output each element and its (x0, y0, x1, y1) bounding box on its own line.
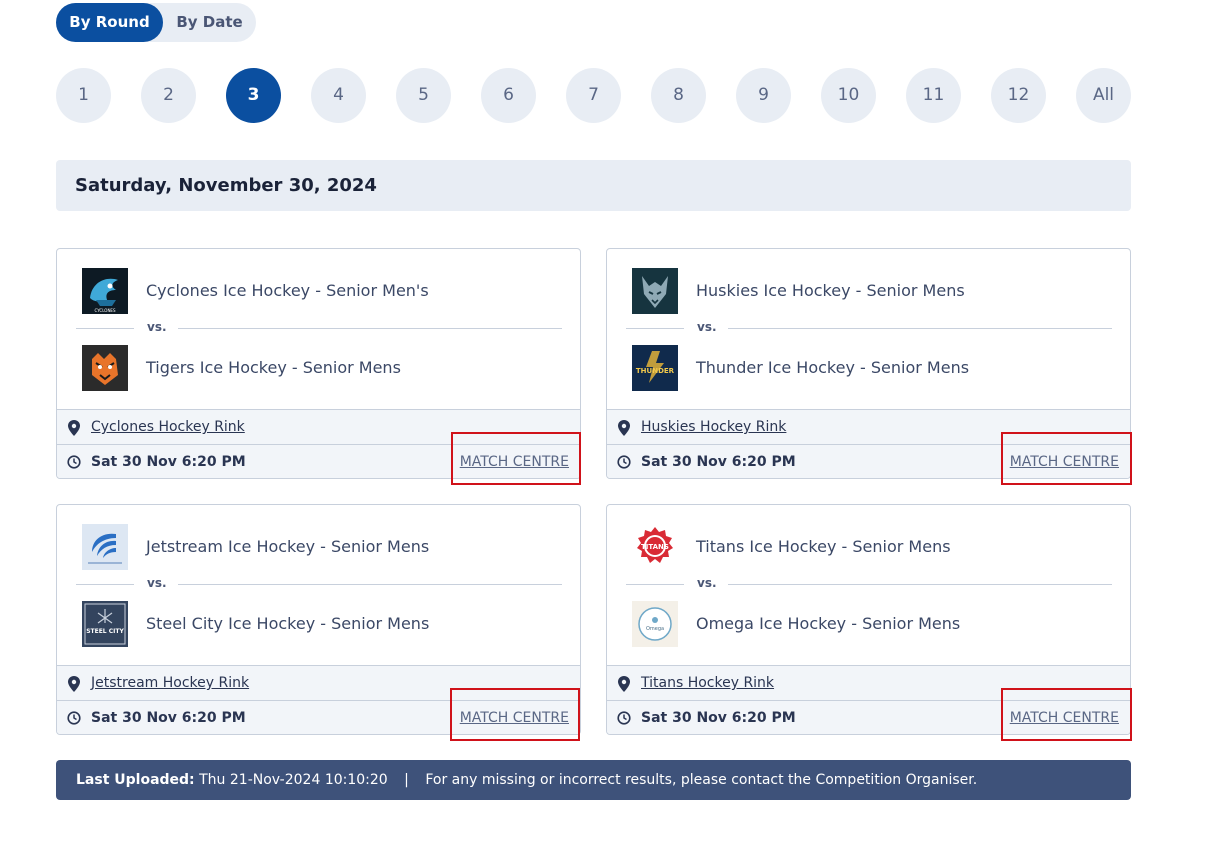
divider (626, 584, 684, 585)
match-time: Sat 30 Nov 6:20 PM (91, 454, 246, 470)
divider (76, 584, 134, 585)
omega-logo-text: Omega (646, 626, 664, 632)
map-pin-icon (618, 420, 630, 436)
round-button-1[interactable]: 1 (56, 68, 111, 123)
venue-link[interactable]: Titans Hockey Rink (641, 666, 774, 700)
date-banner: Saturday, November 30, 2024 (56, 160, 1131, 211)
match-time: Sat 30 Nov 6:20 PM (91, 710, 246, 726)
vs-label: vs. (147, 320, 167, 334)
home-team-name[interactable]: Titans Ice Hockey - Senior Mens (696, 524, 951, 570)
round-button-7[interactable]: 7 (566, 68, 621, 123)
jetstream-logo (82, 524, 128, 570)
divider (178, 584, 562, 585)
away-team: Tigers Ice Hockey - Senior Mens (82, 345, 562, 391)
home-team: Huskies Ice Hockey - Senior Mens (632, 268, 1112, 314)
home-team: TITANS Titans Ice Hockey - Senior Mens (632, 524, 1112, 570)
round-button-all[interactable]: All (1076, 68, 1131, 123)
match-time: Sat 30 Nov 6:20 PM (641, 454, 796, 470)
round-button-3[interactable]: 3 (226, 68, 281, 123)
by-date-button[interactable]: By Date (163, 3, 256, 42)
upload-info-bar: Last Uploaded: Thu 21-Nov-2024 10:10:20 … (56, 760, 1131, 800)
round-button-8[interactable]: 8 (651, 68, 706, 123)
tigers-logo (82, 345, 128, 391)
map-pin-icon (618, 676, 630, 692)
away-team-name[interactable]: Omega Ice Hockey - Senior Mens (696, 601, 960, 647)
footer-message: For any missing or incorrect results, pl… (425, 772, 978, 788)
clock-icon (67, 711, 81, 725)
home-team: CYCLONES Cyclones Ice Hockey - Senior Me… (82, 268, 562, 314)
vs-label: vs. (147, 576, 167, 590)
round-button-9[interactable]: 9 (736, 68, 791, 123)
round-button-6[interactable]: 6 (481, 68, 536, 123)
away-team: STEEL CITY Steel City Ice Hockey - Senio… (82, 601, 562, 647)
cyclones-logo-text: CYCLONES (94, 308, 115, 313)
divider (178, 328, 562, 329)
round-button-11[interactable]: 11 (906, 68, 961, 123)
away-team-name[interactable]: Thunder Ice Hockey - Senior Mens (696, 345, 969, 391)
highlight-box (451, 432, 581, 485)
date-heading: Saturday, November 30, 2024 (75, 175, 377, 196)
highlight-box (1001, 432, 1132, 485)
clock-icon (67, 455, 81, 469)
venue-link[interactable]: Cyclones Hockey Rink (91, 410, 245, 444)
last-uploaded-label: Last Uploaded: (76, 772, 195, 788)
clock-icon (617, 711, 631, 725)
titans-logo: TITANS (632, 524, 678, 570)
venue-link[interactable]: Jetstream Hockey Rink (91, 666, 249, 700)
round-button-12[interactable]: 12 (991, 68, 1046, 123)
match-time: Sat 30 Nov 6:20 PM (641, 710, 796, 726)
round-button-4[interactable]: 4 (311, 68, 366, 123)
vs-label: vs. (697, 576, 717, 590)
map-pin-icon (68, 676, 80, 692)
view-toggle: By Round By Date (56, 3, 256, 42)
thunder-logo: THUNDER (632, 345, 678, 391)
round-button-10[interactable]: 10 (821, 68, 876, 123)
round-button-2[interactable]: 2 (141, 68, 196, 123)
venue-link[interactable]: Huskies Hockey Rink (641, 410, 786, 444)
thunder-logo-text: THUNDER (636, 367, 675, 375)
away-team: THUNDER Thunder Ice Hockey - Senior Mens (632, 345, 1112, 391)
home-team-name[interactable]: Jetstream Ice Hockey - Senior Mens (146, 524, 429, 570)
divider (76, 328, 134, 329)
steel-city-logo: STEEL CITY (82, 601, 128, 647)
clock-icon (617, 455, 631, 469)
steel-city-logo-text: STEEL CITY (86, 628, 124, 635)
away-team: Omega Omega Ice Hockey - Senior Mens (632, 601, 1112, 647)
round-button-5[interactable]: 5 (396, 68, 451, 123)
huskies-logo (632, 268, 678, 314)
away-team-name[interactable]: Tigers Ice Hockey - Senior Mens (146, 345, 401, 391)
titans-logo-text: TITANS (641, 543, 669, 551)
divider (728, 584, 1112, 585)
divider (626, 328, 684, 329)
cyclones-logo: CYCLONES (82, 268, 128, 314)
divider (728, 328, 1112, 329)
by-round-button[interactable]: By Round (56, 3, 163, 42)
footer-separator: | (404, 772, 409, 788)
home-team-name[interactable]: Cyclones Ice Hockey - Senior Men's (146, 268, 429, 314)
map-pin-icon (68, 420, 80, 436)
omega-logo: Omega (632, 601, 678, 647)
highlight-box (450, 688, 580, 741)
last-uploaded-timestamp: Thu 21-Nov-2024 10:10:20 (199, 772, 388, 788)
away-team-name[interactable]: Steel City Ice Hockey - Senior Mens (146, 601, 429, 647)
vs-label: vs. (697, 320, 717, 334)
highlight-box (1001, 688, 1132, 741)
home-team: Jetstream Ice Hockey - Senior Mens (82, 524, 562, 570)
home-team-name[interactable]: Huskies Ice Hockey - Senior Mens (696, 268, 965, 314)
